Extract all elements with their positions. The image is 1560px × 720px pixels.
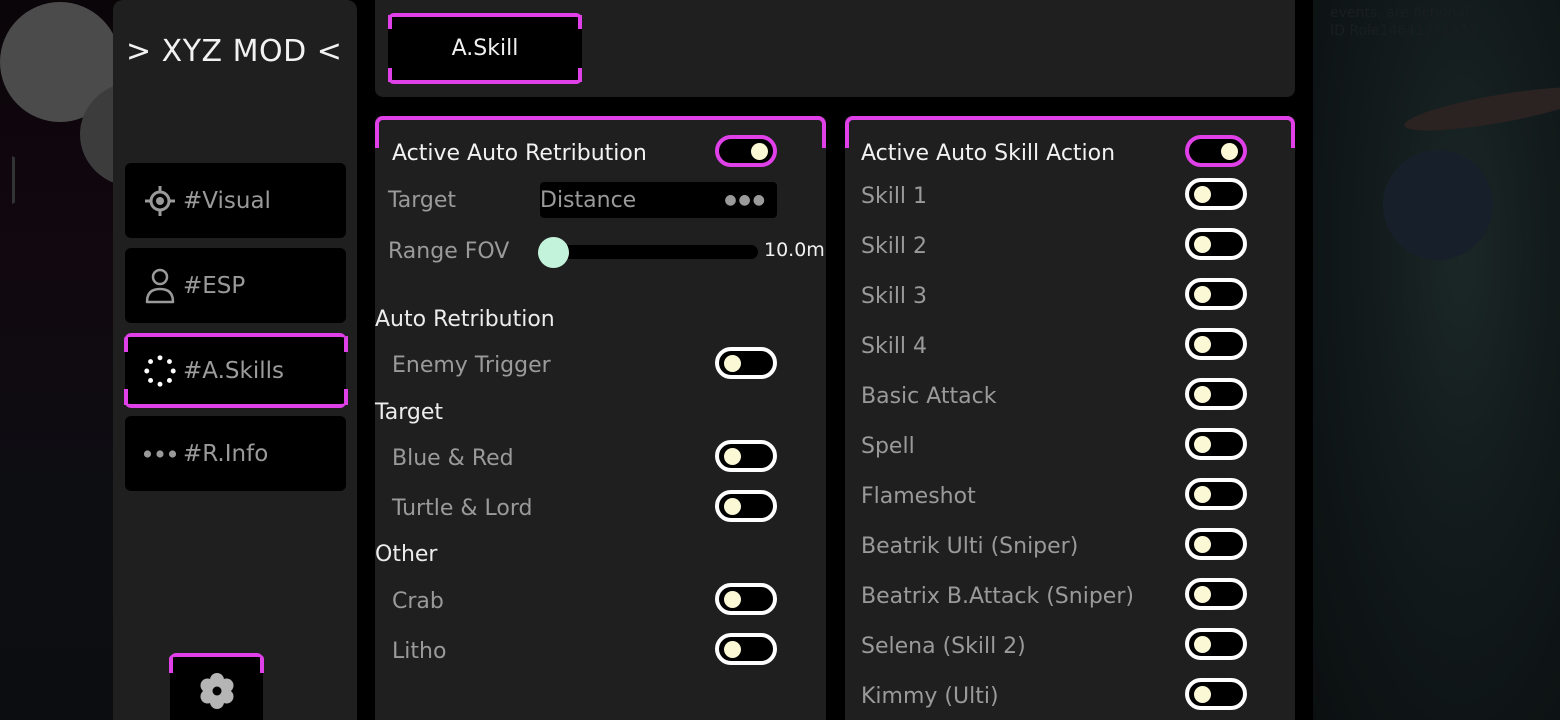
auto-skill-action-card: Active Auto Skill Action Skill 1 Skill 2 S… — [845, 116, 1295, 720]
skill-label: Kimmy (Ulti) — [861, 683, 999, 709]
section-header: Other — [375, 534, 826, 574]
toggle-knob — [1194, 636, 1211, 653]
toggle-knob — [1194, 536, 1211, 553]
master-label: Active Auto Skill Action — [861, 140, 1116, 166]
toggle-beatrik-ulti-sniper[interactable] — [1185, 528, 1247, 560]
sidebar-item-label: #A.Skills — [183, 357, 284, 384]
target-select-value: Distance — [540, 187, 637, 213]
toggle-knob — [1194, 686, 1211, 703]
skill-label: Selena (Skill 2) — [861, 633, 1026, 659]
toggle-turtle-lord[interactable] — [715, 490, 777, 522]
toggle-knob — [724, 641, 741, 658]
range-fov-value: 10.0m — [764, 239, 825, 261]
toggle-knob — [1194, 586, 1211, 603]
crosshair-icon — [143, 184, 177, 218]
more-dots-icon — [143, 437, 177, 471]
skill-label: Skill 3 — [861, 283, 928, 309]
loading-dots-icon — [143, 354, 177, 388]
option-label: Blue & Red — [392, 445, 514, 471]
skill-label: Skill 1 — [861, 183, 928, 209]
sidebar-item-label: #ESP — [183, 272, 246, 299]
target-label: Target — [388, 187, 457, 213]
sidebar-item-esp[interactable]: #ESP — [125, 248, 346, 323]
tab-a-skill[interactable]: A.Skill — [388, 13, 582, 84]
toggle-crab[interactable] — [715, 583, 777, 615]
sidebar-item-a-skills[interactable]: #A.Skills — [124, 333, 346, 408]
section-title: Other — [375, 541, 438, 567]
section-header: Auto Retribution — [375, 299, 826, 339]
toggle-knob — [1194, 386, 1211, 403]
tab-bar: A.Skill — [375, 0, 1295, 97]
skill-label: Flameshot — [861, 483, 976, 509]
background-notice: events, are fictional. ID Role1464177135… — [1330, 5, 1478, 39]
toggle-knob — [1194, 436, 1211, 453]
skill-label: Spell — [861, 433, 915, 459]
skill-label: Beatrik Ulti (Sniper) — [861, 533, 1079, 559]
toggle-skill-1[interactable] — [1185, 178, 1247, 210]
toggle-beatrix-b-attack-sniper[interactable] — [1185, 578, 1247, 610]
auto-retribution-card: Active Auto Retribution Target Distance … — [375, 116, 826, 720]
app-title: > XYZ MOD < — [126, 34, 343, 69]
main-panel: A.Skill Active Auto Retribution Target D… — [357, 0, 1313, 720]
option-label: Turtle & Lord — [392, 495, 533, 521]
slider-thumb[interactable] — [538, 237, 569, 268]
art-shape — [1362, 129, 1514, 281]
sidebar-item-label: #R.Info — [183, 440, 269, 467]
sidebar-item-r-info[interactable]: #R.Info — [125, 416, 346, 491]
toggle-knob — [751, 143, 768, 160]
range-fov-label: Range FOV — [388, 238, 510, 264]
background-art-right — [1313, 0, 1560, 720]
toggle-flameshot[interactable] — [1185, 478, 1247, 510]
section-title: Target — [375, 399, 444, 425]
gear-icon — [198, 672, 236, 714]
toggle-knob — [1194, 236, 1211, 253]
section-title: Auto Retribution — [375, 306, 555, 332]
toggle-spell[interactable] — [1185, 428, 1247, 460]
toggle-active-auto-skill-action[interactable] — [1185, 135, 1247, 167]
user-icon — [143, 268, 177, 303]
toggle-knob — [1194, 186, 1211, 203]
skill-label: Basic Attack — [861, 383, 997, 409]
toggle-kimmy-ulti[interactable] — [1185, 678, 1247, 710]
toggle-knob — [1221, 143, 1238, 160]
toggle-blue-red[interactable] — [715, 440, 777, 472]
toggle-knob — [1194, 336, 1211, 353]
option-label: Litho — [392, 638, 447, 664]
toggle-skill-2[interactable] — [1185, 228, 1247, 260]
toggle-selena-skill-2[interactable] — [1185, 628, 1247, 660]
art-shape — [1402, 78, 1560, 140]
settings-button[interactable] — [169, 653, 264, 720]
option-label: Enemy Trigger — [392, 352, 551, 378]
range-fov-slider[interactable] — [538, 237, 758, 268]
toggle-skill-3[interactable] — [1185, 278, 1247, 310]
sidebar: > XYZ MOD < #Visual #ESP #A.Skills #R.In… — [113, 0, 357, 720]
toggle-knob — [724, 498, 741, 515]
toggle-knob — [724, 355, 741, 372]
sidebar-item-visual[interactable]: #Visual — [125, 163, 346, 238]
sidebar-item-label: #Visual — [183, 187, 271, 214]
master-label: Active Auto Retribution — [392, 140, 647, 166]
toggle-knob — [724, 448, 741, 465]
toggle-litho[interactable] — [715, 633, 777, 665]
skill-label: Skill 2 — [861, 233, 928, 259]
option-label: Crab — [392, 588, 444, 614]
toggle-basic-attack[interactable] — [1185, 378, 1247, 410]
toggle-skill-4[interactable] — [1185, 328, 1247, 360]
toggle-active-auto-retribution[interactable] — [715, 135, 777, 167]
more-dots-icon: ●●● — [724, 192, 767, 208]
target-select[interactable]: Distance ●●● — [540, 182, 777, 218]
section-header: Target — [375, 392, 826, 432]
toggle-knob — [1194, 486, 1211, 503]
slider-track — [548, 245, 758, 259]
toggle-enemy-trigger[interactable] — [715, 347, 777, 379]
skill-label: Skill 4 — [861, 333, 928, 359]
toggle-knob — [1194, 286, 1211, 303]
skill-label: Beatrix B.Attack (Sniper) — [861, 583, 1134, 609]
toggle-knob — [724, 591, 741, 608]
